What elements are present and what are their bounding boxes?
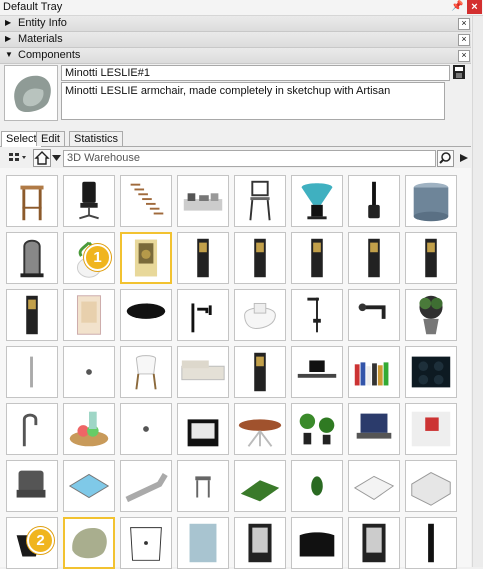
search-input[interactable]: 3D Warehouse (63, 150, 436, 167)
bed-thumbnail[interactable] (348, 460, 400, 512)
component-preview (4, 65, 58, 121)
book-thumbnail[interactable] (405, 232, 457, 284)
armchair-icon (14, 75, 51, 112)
toilet-thumbnail[interactable] (234, 289, 286, 341)
hedge-thumbnail[interactable] (234, 460, 286, 512)
stool-thumbnail[interactable] (177, 460, 229, 512)
glass-lamp-thumbnail[interactable] (291, 175, 343, 227)
shower-cabin-thumbnail[interactable] (63, 289, 115, 341)
sun-lounger-thumbnail[interactable] (120, 460, 172, 512)
high-stool-thumbnail[interactable] (234, 175, 286, 227)
tank-thumbnail[interactable] (405, 175, 457, 227)
save-to-collection-icon[interactable] (453, 65, 465, 79)
pin-icon[interactable]: 📌 (451, 1, 463, 13)
book-thumbnail[interactable] (6, 289, 58, 341)
view-options-icon[interactable] (8, 151, 28, 164)
close-panel-icon[interactable]: × (458, 18, 470, 30)
book-thumbnail[interactable] (234, 346, 286, 398)
toilet-brush-thumbnail[interactable] (348, 175, 400, 227)
faucet-thumbnail[interactable] (6, 403, 58, 455)
door-thumbnail[interactable] (348, 517, 400, 569)
component-description-field[interactable]: Minotti LESLIE armchair, made completely… (61, 82, 445, 120)
details-arrow-icon[interactable] (458, 152, 470, 164)
close-panel-icon[interactable]: × (458, 34, 470, 46)
book-thumbnail[interactable] (234, 232, 286, 284)
tab-edit[interactable]: Edit (36, 131, 65, 146)
expand-arrow-icon: ▶ (5, 18, 12, 27)
search-icon[interactable] (437, 150, 454, 167)
floating-stairs-thumbnail[interactable] (120, 175, 172, 227)
expand-arrow-icon: ▶ (5, 34, 12, 43)
office-chair-thumbnail[interactable] (63, 175, 115, 227)
small-object-thumbnail[interactable] (120, 403, 172, 455)
tray-titlebar: Default Tray 📌 × (0, 0, 483, 16)
components-tabs: Select Edit Statistics (0, 131, 471, 147)
chair-thumbnail[interactable] (120, 346, 172, 398)
navigation-dropdown-icon[interactable] (52, 153, 61, 161)
shrub-thumbnail[interactable] (291, 460, 343, 512)
plants-thumbnail[interactable] (291, 403, 343, 455)
door-thumbnail[interactable] (234, 517, 286, 569)
room-thumbnail[interactable] (405, 403, 457, 455)
fire-pit-thumbnail[interactable] (177, 403, 229, 455)
sofa-thumbnail[interactable] (177, 346, 229, 398)
pool-thumbnail[interactable] (63, 460, 115, 512)
bar-stool-thumbnail[interactable] (6, 175, 58, 227)
dining-table-thumbnail[interactable] (234, 403, 286, 455)
panel-label: Materials (18, 33, 63, 45)
cooktop-thumbnail[interactable] (405, 346, 457, 398)
door-handle-thumbnail[interactable] (6, 346, 58, 398)
panel-label: Entity Info (18, 17, 67, 29)
close-panel-icon[interactable]: × (458, 50, 470, 62)
tray-scrollbar[interactable] (472, 16, 483, 567)
curved-panel-thumbnail[interactable] (291, 517, 343, 569)
mirror-thumbnail[interactable] (6, 232, 58, 284)
tray-set-thumbnail[interactable] (177, 175, 229, 227)
panel-header-entity-info[interactable]: ▶ Entity Info × (0, 16, 471, 32)
glass-panel-thumbnail[interactable] (177, 517, 229, 569)
book-thumbnail[interactable] (177, 232, 229, 284)
component-grid (0, 168, 471, 569)
home-icon[interactable] (33, 149, 51, 167)
basin-thumbnail[interactable] (120, 517, 172, 569)
close-tray-button[interactable]: × (467, 0, 482, 14)
desk-thumbnail[interactable] (291, 346, 343, 398)
panel-label: Components (18, 49, 81, 61)
tray-title: Default Tray (3, 1, 63, 13)
book-thumbnail[interactable] (348, 232, 400, 284)
tab-statistics[interactable]: Statistics (69, 131, 124, 146)
room-isometric-thumbnail[interactable] (405, 460, 457, 512)
mixer-tap-thumbnail[interactable] (177, 289, 229, 341)
wall-tap-thumbnail[interactable] (348, 289, 400, 341)
wine-cooler-thumbnail[interactable] (120, 232, 172, 284)
callout-badge-1: 1 (84, 244, 111, 271)
lounge-chair-thumbnail[interactable] (6, 460, 58, 512)
potted-plant-thumbnail[interactable] (405, 289, 457, 341)
laptop-thumbnail[interactable] (348, 403, 400, 455)
book-row-thumbnail[interactable] (348, 346, 400, 398)
armchair-thumbnail[interactable] (63, 517, 115, 569)
book-thumbnail[interactable] (291, 232, 343, 284)
shower-set-thumbnail[interactable] (291, 289, 343, 341)
fruit-bowl-thumbnail[interactable] (63, 403, 115, 455)
panel-thumbnail[interactable] (405, 517, 457, 569)
shower-head-thumbnail[interactable] (120, 289, 172, 341)
callout-badge-2: 2 (27, 527, 54, 554)
small-object-thumbnail[interactable] (63, 346, 115, 398)
collapse-arrow-icon: ▼ (5, 50, 13, 59)
panel-header-components[interactable]: ▼ Components × (0, 48, 471, 64)
component-name-field[interactable]: Minotti LESLIE#1 (61, 65, 450, 81)
panel-header-materials[interactable]: ▶ Materials × (0, 32, 471, 48)
